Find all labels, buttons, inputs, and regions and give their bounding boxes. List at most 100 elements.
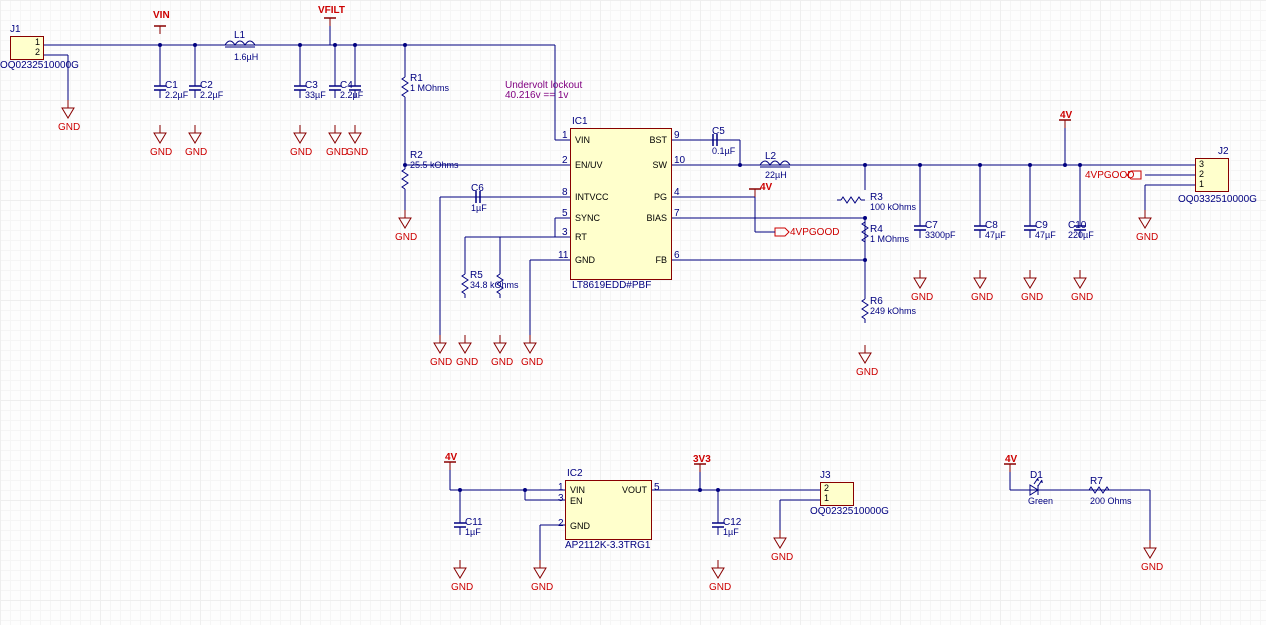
net-4vpgood-in: 4VPGOOD (1085, 170, 1134, 181)
gnd-r6: GND (856, 367, 878, 378)
r7-val: 200 Ohms (1090, 496, 1132, 506)
gnd-c8: GND (971, 292, 993, 303)
l1-val: 1.6µH (234, 52, 258, 62)
c8-val: 47µF (985, 230, 1006, 240)
net-vin: VIN (153, 10, 170, 21)
c6-ref: C6 (471, 183, 484, 194)
r4-val: 1 MOhms (870, 234, 909, 244)
ic1-pin-intvcc: INTVCC (575, 192, 609, 202)
j2-body: 3 2 1 (1195, 158, 1229, 192)
net-3v3: 3V3 (693, 454, 711, 465)
c2-val: 2.2µF (200, 90, 223, 100)
d1-val: Green (1028, 496, 1053, 506)
ic2-pin-vin: VIN (570, 485, 585, 495)
ic1-pinno-1: 1 (562, 130, 568, 141)
ic2-pinno-1: 1 (558, 482, 564, 493)
ic2-pin-en: EN (570, 496, 583, 506)
ic1-pinno-10: 10 (674, 155, 685, 166)
net-vfilt: VFILT (318, 5, 345, 16)
gnd-c12: GND (709, 582, 731, 593)
gnd-c11: GND (451, 582, 473, 593)
gnd-c4a: GND (326, 147, 348, 158)
r5-val: 34.8 kOhms (470, 280, 519, 290)
net-4v-4: 4V (1005, 454, 1017, 465)
r3-val: 100 kOhms (870, 202, 916, 212)
gnd-r2: GND (395, 232, 417, 243)
j3-pn: OQ0232510000G (810, 506, 889, 517)
gnd-j1: GND (58, 122, 80, 133)
c5-val: 0.1µF (712, 146, 735, 156)
l1-ref: L1 (234, 30, 245, 41)
c7-val: 3300pF (925, 230, 956, 240)
ic1-pn: LT8619EDD#PBF (572, 280, 651, 291)
c4-val: 2.2µF (340, 90, 363, 100)
gnd-r5b: GND (491, 357, 513, 368)
c3-val: 33µF (305, 90, 326, 100)
j1-pin2: 2 (35, 47, 40, 57)
j3-ref: J3 (820, 470, 831, 481)
j1-pin1: 1 (35, 37, 40, 47)
ic1-ref: IC1 (572, 116, 588, 127)
c12-val: 1µF (723, 527, 739, 537)
j2-pn: OQ0332510000G (1178, 194, 1257, 205)
j2-pin1: 1 (1199, 179, 1204, 189)
c5-ref: C5 (712, 126, 725, 137)
r7-ref: R7 (1090, 476, 1103, 487)
j1-ref: J1 (10, 24, 21, 35)
j3-pin2: 2 (824, 483, 829, 493)
gnd-c7: GND (911, 292, 933, 303)
ic2-pinno-2: 2 (558, 518, 564, 529)
gnd-c1: GND (150, 147, 172, 158)
c1-val: 2.2µF (165, 90, 188, 100)
net-4v-2: 4V (760, 182, 772, 193)
net-4v-3: 4V (445, 452, 457, 463)
r2-val: 25.5 kOhms (410, 160, 459, 170)
ic1-pinno-11: 11 (558, 250, 568, 261)
ic2-ref: IC2 (567, 468, 583, 479)
ic1-pinno-7: 7 (674, 208, 680, 219)
j2-pin3: 3 (1199, 159, 1204, 169)
ic2-pinno-5: 5 (654, 482, 660, 493)
net-4v-1: 4V (1060, 110, 1072, 121)
gnd-ic1: GND (521, 357, 543, 368)
net-4vpgood-out: 4VPGOOD (790, 227, 839, 238)
j3-body: 2 1 (820, 482, 854, 506)
gnd-c2: GND (185, 147, 207, 158)
gnd-led: GND (1141, 562, 1163, 573)
ic2-pin-gnd: GND (570, 521, 590, 531)
ic1-pinno-4: 4 (674, 187, 680, 198)
r6-val: 249 kOhms (870, 306, 916, 316)
gnd-c10: GND (1071, 292, 1093, 303)
ic1-pinno-2: 2 (562, 155, 568, 166)
c11-val: 1µF (465, 527, 481, 537)
j3-pin1: 1 (824, 493, 829, 503)
ic2-pinno-3: 3 (558, 493, 564, 504)
j2-ref: J2 (1218, 146, 1229, 157)
note-uvlo-2: 40.216v == 1v (505, 90, 568, 101)
ic1-pinno-6: 6 (674, 250, 680, 261)
c9-val: 47µF (1035, 230, 1056, 240)
ic2-body: VIN EN GND VOUT (565, 480, 652, 540)
j1-body: 1 2 (10, 36, 44, 60)
j2-pin2: 2 (1199, 169, 1204, 179)
ic1-pinno-9: 9 (674, 130, 680, 141)
ic2-pn: AP2112K-3.3TRG1 (565, 540, 650, 551)
gnd-r5a: GND (456, 357, 478, 368)
ic1-pin-enuv: EN/UV (575, 160, 603, 170)
gnd-c9: GND (1021, 292, 1043, 303)
d1-ref: D1 (1030, 470, 1043, 481)
ic1-body: VIN EN/UV INTVCC SYNC RT GND BST SW PG B… (570, 128, 672, 280)
ic1-pin-pg: PG (654, 192, 667, 202)
c6-val: 1µF (471, 203, 487, 213)
gnd-c6: GND (430, 357, 452, 368)
ic1-pin-bias: BIAS (646, 213, 667, 223)
ic1-pin-bst: BST (649, 135, 667, 145)
c10-val: 220µF (1068, 230, 1094, 240)
ic1-pinno-3: 3 (562, 227, 568, 238)
l2-ref: L2 (765, 151, 776, 162)
ic1-pin-gnd: GND (575, 255, 595, 265)
ic1-pin-rt: RT (575, 232, 587, 242)
l2-val: 22µH (765, 170, 787, 180)
ic1-pin-sync: SYNC (575, 213, 600, 223)
gnd-c4b: GND (346, 147, 368, 158)
